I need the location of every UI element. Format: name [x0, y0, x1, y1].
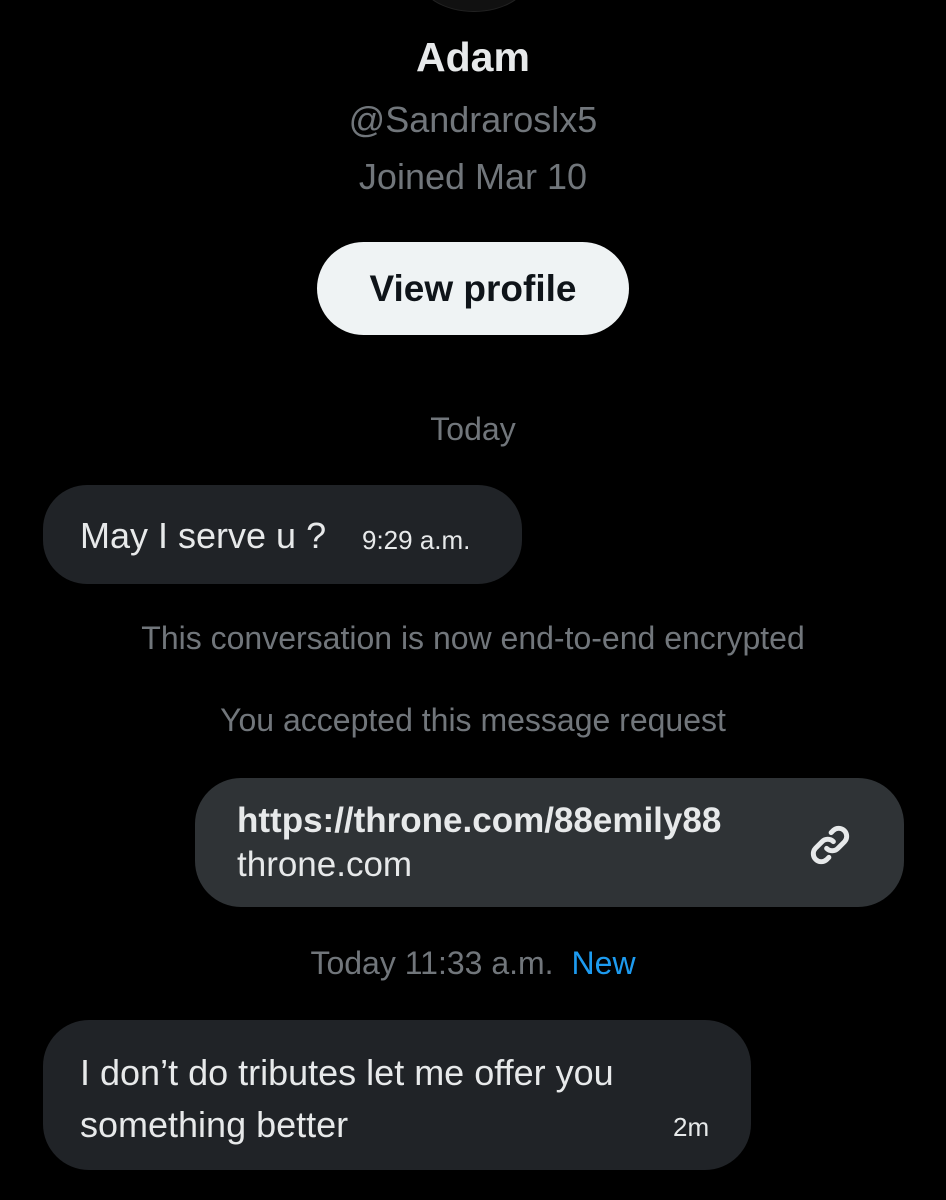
message-bubble-latest[interactable]: I don’t do tributes let me offer you som… — [43, 1020, 751, 1170]
profile-joined-date: Joined Mar 10 — [358, 156, 588, 197]
date-divider: Today — [430, 411, 516, 447]
message-bubble[interactable]: May I serve u ? 9:29 a.m. — [43, 485, 522, 584]
link-message-card[interactable]: https://throne.com/88emily88 throne.com — [195, 778, 904, 907]
encryption-notice: This conversation is now end-to-end encr… — [141, 620, 805, 656]
link-url[interactable]: https://throne.com/88emily88 — [237, 801, 721, 841]
new-badge: New — [571, 945, 636, 981]
message-text: May I serve u ? — [80, 515, 327, 556]
message-time: 2m — [673, 1112, 710, 1142]
request-accepted-notice: You accepted this message request — [220, 702, 726, 738]
timestamp-text: Today 11:33 a.m. — [310, 945, 554, 981]
profile-name: Adam — [416, 34, 530, 80]
avatar[interactable] — [418, 0, 530, 12]
profile-handle: @Sandraroslx5 — [348, 99, 598, 140]
message-text: I don’t do tributes let me offer you som… — [80, 1052, 614, 1145]
message-timestamp-row: Today 11:33 a.m. New — [0, 945, 946, 982]
link-icon[interactable] — [803, 818, 857, 872]
message-time: 9:29 a.m. — [362, 525, 471, 555]
link-domain: throne.com — [237, 845, 413, 884]
view-profile-button[interactable]: View profile — [317, 242, 629, 335]
